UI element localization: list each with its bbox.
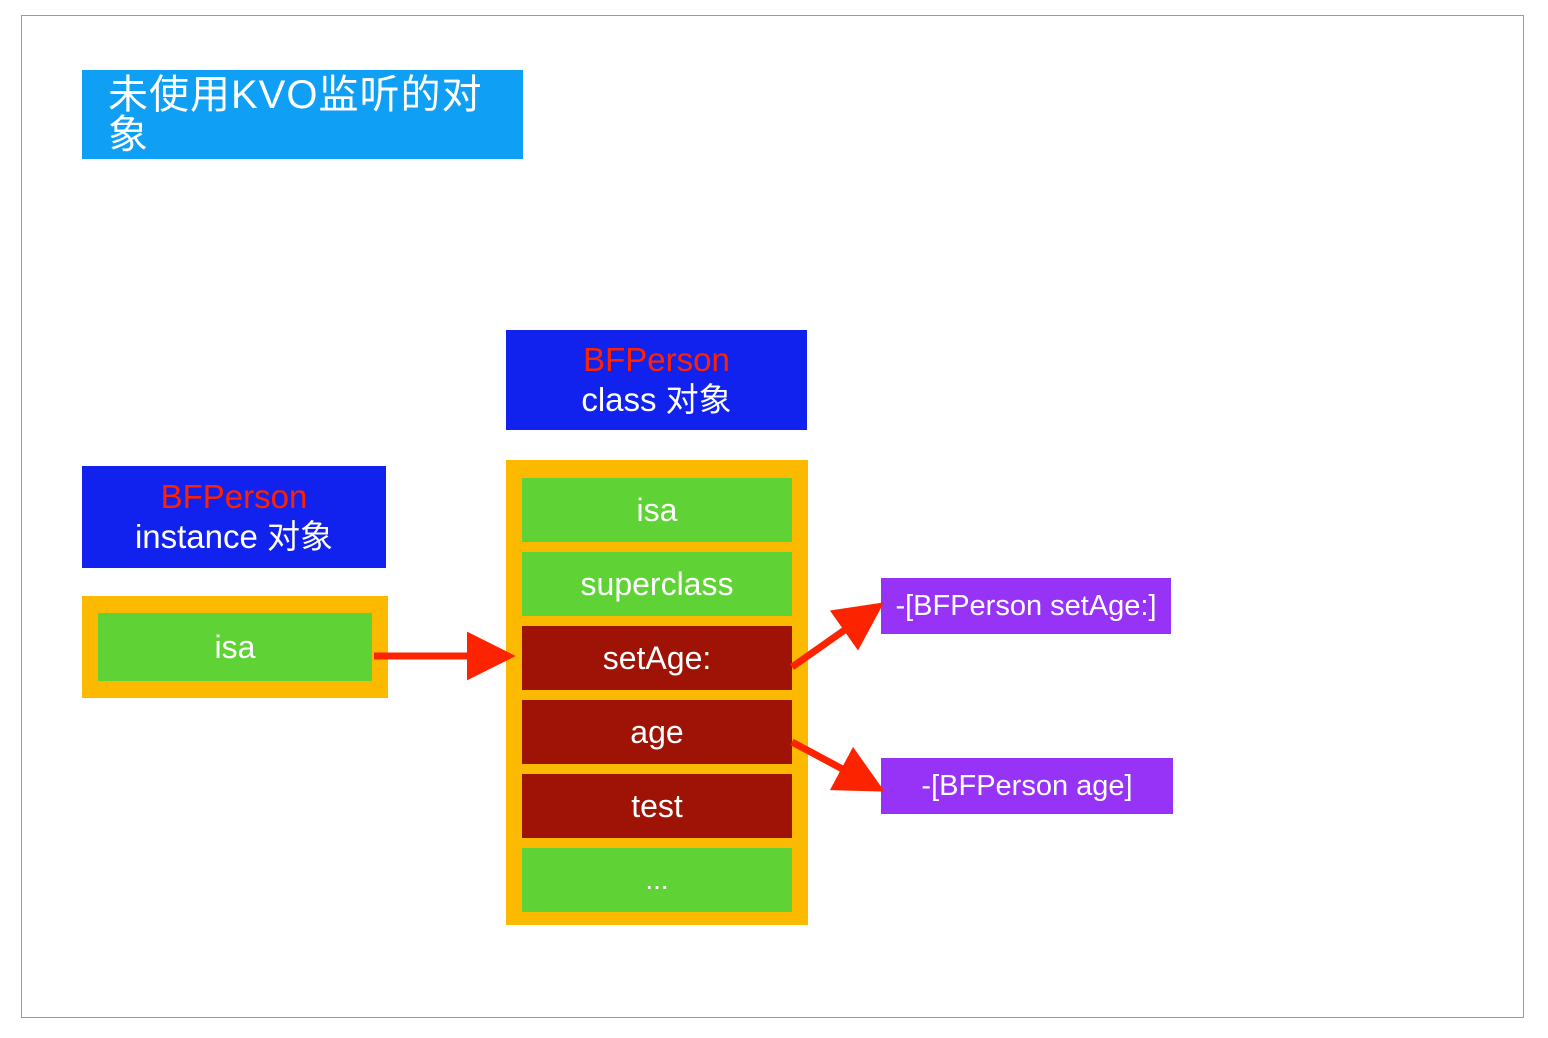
class-object-kind: class 对象 — [581, 381, 732, 418]
instance-object-memory: isa — [82, 596, 388, 698]
class-slot-age: age — [522, 700, 792, 764]
method-imp-age: -[BFPerson age] — [881, 758, 1173, 814]
instance-object-name: BFPerson — [160, 477, 308, 515]
diagram-canvas: 未使用KVO监听的对象 BFPerson class 对象 BFPerson i… — [0, 0, 1548, 1038]
page-title: 未使用KVO监听的对象 — [108, 72, 483, 157]
instance-object-label: BFPerson instance 对象 — [82, 466, 386, 568]
class-slot-superclass: superclass — [522, 552, 792, 616]
title-banner: 未使用KVO监听的对象 — [82, 70, 523, 159]
instance-object-kind: instance 对象 — [134, 518, 334, 555]
class-slot-isa: isa — [522, 478, 792, 542]
class-object-label: BFPerson class 对象 — [506, 330, 807, 430]
class-slot-test: test — [522, 774, 792, 838]
class-object-memory: isa superclass setAge: age test ... — [506, 460, 808, 925]
instance-slot-isa: isa — [98, 613, 372, 681]
class-object-name: BFPerson — [583, 340, 730, 378]
class-slot-more: ... — [522, 848, 792, 912]
class-slot-setage: setAge: — [522, 626, 792, 690]
method-imp-setage: -[BFPerson setAge:] — [881, 578, 1171, 634]
